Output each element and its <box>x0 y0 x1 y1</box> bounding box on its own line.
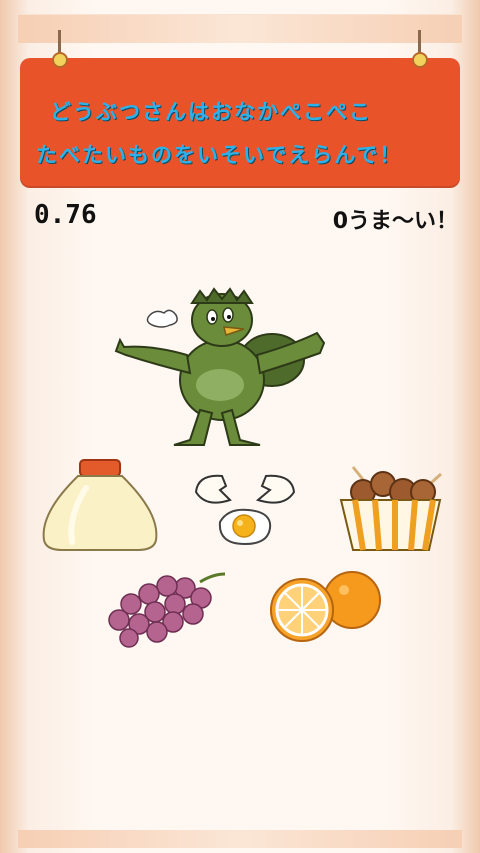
food-egg[interactable] <box>190 470 300 550</box>
sign-text-line-2: たべたいものをいそいでえらんで！ <box>36 143 403 167</box>
food-karaage[interactable] <box>333 462 448 552</box>
praise-counter: 0うま〜い！ <box>332 209 458 234</box>
game-screen: どうぶつさんはおなかぺこぺこ たべたいものをいそいでえらんで！ 0.76 0うま… <box>0 0 480 853</box>
kappa-character <box>112 285 332 455</box>
sign-hook-right <box>412 52 428 68</box>
sign-text-line-1: どうぶつさんはおなかぺこぺこ <box>50 100 372 124</box>
bottom-decor-strip <box>18 830 462 848</box>
top-decor-strip <box>18 14 462 43</box>
food-grapes[interactable] <box>105 568 230 653</box>
food-orange[interactable] <box>268 568 386 643</box>
timer-readout: 0.76 <box>34 200 97 230</box>
food-mayonnaise[interactable] <box>38 458 163 553</box>
sign-hook-left <box>52 52 68 68</box>
